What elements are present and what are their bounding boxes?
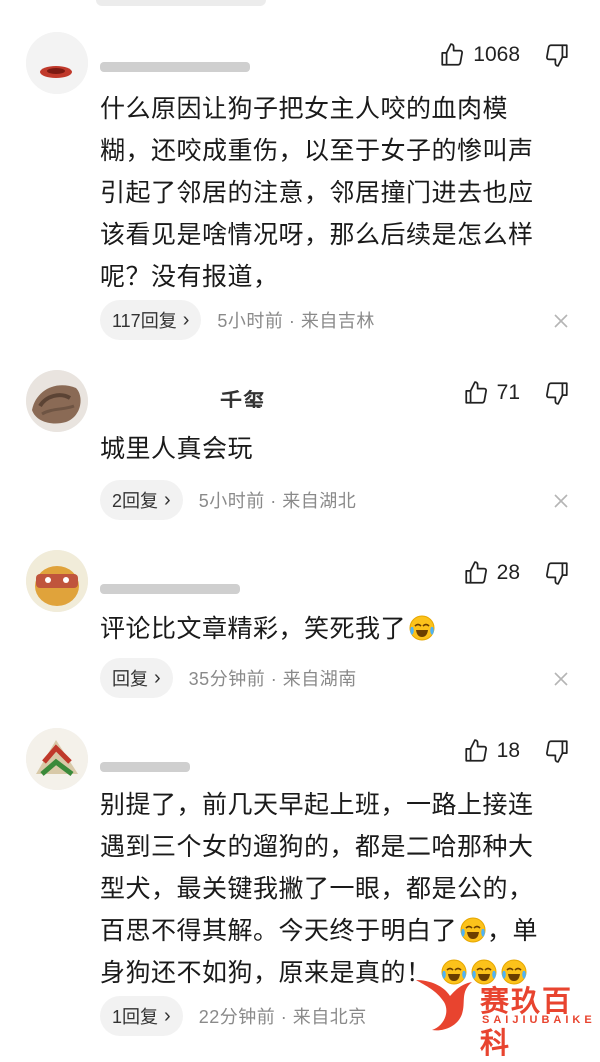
avatar[interactable] (26, 728, 88, 790)
chevron-right-icon: › (154, 666, 161, 689)
reply-label: 117回复 (112, 311, 177, 331)
comment-text-line: 百思不得其解。今天终于明白了 (100, 916, 458, 945)
comment-time-location: 22分钟前 · 来自北京 (198, 1007, 367, 1027)
close-icon[interactable] (552, 670, 570, 688)
username[interactable] (100, 752, 190, 776)
comment-text-line: 型犬，最关键我撇了一眼，都是公的， (100, 874, 534, 903)
comment-text-content: 评论比文章精彩，笑死我了 (100, 614, 407, 643)
thumbs-up-icon (465, 561, 487, 584)
comment-text: 评论比文章精彩，笑死我了 (100, 608, 555, 650)
previous-content-edge (0, 0, 600, 14)
like-count: 18 (496, 739, 520, 762)
comment-text: 什么原因让狗子把女主人咬的血肉模糊，还咬成重伤，以至于女子的惨叫声引起了邻居的注… (100, 94, 534, 291)
comment-time-location: 35分钟前 · 来自湖南 (188, 669, 357, 689)
dislike-button[interactable] (544, 380, 570, 406)
dislike-button[interactable] (544, 560, 570, 586)
thumbs-down-icon (546, 740, 568, 763)
reply-label: 回复 (112, 669, 148, 689)
reply-button[interactable]: 117回复 › (100, 300, 202, 340)
comment-meta: 回复 › 35分钟前 · 来自湖南 (100, 658, 357, 698)
username[interactable] (100, 574, 240, 598)
watermark: 赛玖百科 SAIJIUBAIKE (410, 968, 600, 1060)
comment-time-location: 5小时前 · 来自湖北 (198, 491, 357, 511)
reply-label: 1回复 (112, 1007, 159, 1027)
comment-meta: 1回复 › 22分钟前 · 来自北京 (100, 996, 367, 1036)
thumbs-up-icon (465, 739, 487, 762)
thumbs-up-icon (465, 381, 487, 404)
like-count: 71 (496, 381, 520, 404)
comment-text-line: 身狗还不如狗，原来是真的！ (100, 958, 432, 987)
comment-text-line: 遇到三个女的遛狗的，都是二哈那种大 (100, 832, 534, 861)
username[interactable]: 千玺 (220, 384, 266, 408)
comment-text: 城里人真会玩 (100, 434, 254, 463)
watermark-sub: SAIJIUBAIKE (482, 1014, 596, 1026)
thumbs-down-icon (546, 562, 568, 585)
like-button[interactable]: 1068 (439, 42, 520, 68)
crying-laughing-emoji (459, 915, 487, 943)
username[interactable] (100, 52, 250, 76)
reply-button[interactable]: 回复 › (100, 658, 173, 698)
like-button[interactable]: 71 (463, 380, 520, 406)
avatar[interactable] (26, 550, 88, 612)
like-count: 28 (496, 561, 520, 584)
dislike-button[interactable] (544, 738, 570, 764)
reply-button[interactable]: 2回复 › (100, 480, 183, 520)
chevron-right-icon: › (182, 308, 190, 331)
comment-meta: 117回复 › 5小时前 · 来自吉林 (100, 300, 375, 340)
avatar[interactable] (26, 32, 88, 94)
reply-label: 2回复 (112, 491, 159, 511)
watermark-logo-icon (416, 980, 472, 1031)
thumbs-up-icon (441, 43, 464, 66)
close-icon[interactable] (552, 312, 570, 330)
comment-text: 别提了，前几天早起上班，一路上接连 遇到三个女的遛狗的，都是二哈那种大 型犬，最… (100, 784, 555, 994)
thumbs-down-icon (546, 382, 568, 405)
comment-text-line: ，单 (487, 916, 539, 945)
reply-button[interactable]: 1回复 › (100, 996, 183, 1036)
comment-text-line: 别提了，前几天早起上班，一路上接连 (100, 790, 534, 819)
like-button[interactable]: 28 (463, 560, 520, 586)
crying-laughing-emoji (408, 613, 436, 641)
comment-meta: 2回复 › 5小时前 · 来自湖北 (100, 480, 356, 520)
like-button[interactable]: 18 (463, 738, 520, 764)
chevron-right-icon: › (164, 488, 171, 511)
thumbs-down-icon (546, 44, 568, 67)
like-count: 1068 (473, 43, 520, 66)
avatar[interactable] (26, 370, 88, 432)
comment-time-location: 5小时前 · 来自吉林 (217, 311, 375, 331)
dislike-button[interactable] (544, 42, 570, 68)
close-icon[interactable] (552, 492, 570, 510)
chevron-right-icon: › (164, 1004, 171, 1027)
